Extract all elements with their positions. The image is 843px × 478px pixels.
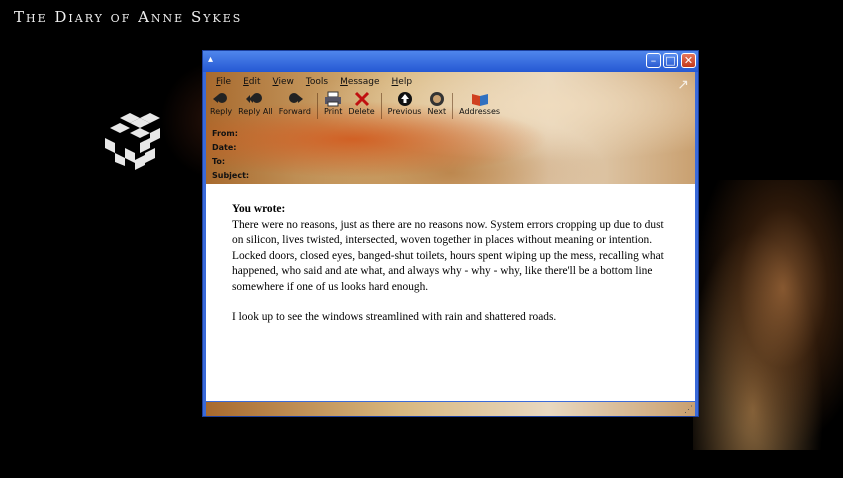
toolbar-separator <box>380 93 382 119</box>
addresses-icon <box>471 91 489 107</box>
minimize-button[interactable]: – <box>646 53 661 68</box>
reply-all-button[interactable]: Reply All <box>238 91 273 121</box>
mail-window: ▴ – □ ✕ ↗ File Edit View Tools Message H… <box>202 50 699 417</box>
close-button[interactable]: ✕ <box>681 53 696 68</box>
addresses-button[interactable]: Addresses <box>459 91 500 121</box>
message-headers: From: Date: To: Subject: <box>212 127 249 183</box>
checkered-cube-logo <box>105 113 160 170</box>
menu-bar: File Edit View Tools Message Help <box>216 75 424 89</box>
menu-edit[interactable]: Edit <box>243 75 260 89</box>
previous-button[interactable]: Previous <box>387 91 422 121</box>
menu-view[interactable]: View <box>273 75 294 89</box>
app-icon: ▴ <box>208 54 214 65</box>
next-button[interactable]: Next <box>427 91 446 121</box>
message-heading: You wrote: <box>232 203 286 215</box>
to-label: To: <box>212 157 226 166</box>
reply-all-label: Reply All <box>238 107 273 116</box>
from-label: From: <box>212 129 238 138</box>
previous-icon <box>396 91 414 107</box>
menu-message[interactable]: Message <box>340 75 379 89</box>
toolbar-separator <box>452 93 454 119</box>
reply-icon <box>212 91 230 107</box>
reply-all-icon <box>246 91 264 107</box>
forward-button[interactable]: Forward <box>279 91 311 121</box>
addresses-label: Addresses <box>459 107 501 116</box>
previous-label: Previous <box>387 107 422 116</box>
delete-button[interactable]: Delete <box>348 91 375 121</box>
print-label: Print <box>323 107 343 116</box>
message-paragraph: There were no reasons, just as there are… <box>232 218 664 293</box>
window-chrome: ↗ File Edit View Tools Message Help Repl… <box>206 72 695 184</box>
menu-file[interactable]: File <box>216 75 231 89</box>
status-bar: ⋰ <box>206 402 695 416</box>
toolbar: Reply Reply All Forward Print Delete Pre… <box>210 91 506 121</box>
subject-label: Subject: <box>212 171 250 180</box>
site-title: The Diary of Anne Sykes <box>14 8 243 26</box>
menu-help[interactable]: Help <box>392 75 413 89</box>
print-icon <box>324 91 342 107</box>
next-label: Next <box>427 107 447 116</box>
menu-tools[interactable]: Tools <box>306 75 328 89</box>
maximize-button[interactable]: □ <box>663 53 678 68</box>
window-titlebar[interactable]: ▴ – □ ✕ <box>203 51 698 72</box>
message-paragraph: I look up to see the windows streamlined… <box>232 311 557 323</box>
background-glow <box>693 180 843 450</box>
delete-label: Delete <box>348 107 375 116</box>
next-icon <box>428 91 446 107</box>
resize-grip-icon[interactable]: ⋰ <box>684 404 693 415</box>
print-button[interactable]: Print <box>324 91 342 121</box>
reply-label: Reply <box>210 107 233 116</box>
delete-icon <box>353 91 371 107</box>
toolbar-separator <box>316 93 318 119</box>
forward-label: Forward <box>278 107 311 116</box>
reply-button[interactable]: Reply <box>210 91 232 121</box>
arrow-icon: ↗ <box>677 76 689 92</box>
date-label: Date: <box>212 143 237 152</box>
message-body[interactable]: You wrote: There were no reasons, just a… <box>206 184 695 401</box>
forward-icon <box>286 91 304 107</box>
